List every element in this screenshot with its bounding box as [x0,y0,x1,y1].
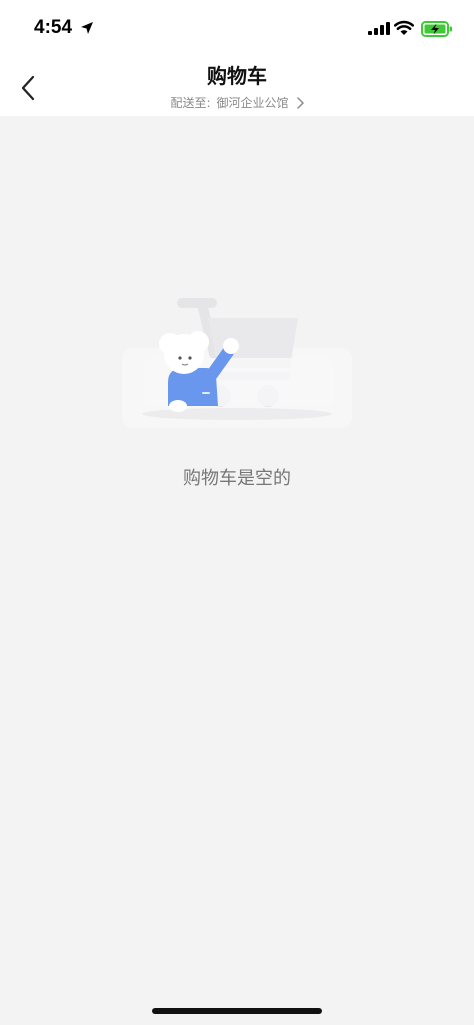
page-title: 购物车 [207,64,267,88]
cellular-signal-icon [368,22,390,35]
wifi-icon [394,20,414,35]
status-time: 4:54 [34,17,73,38]
chevron-right-icon [296,96,304,109]
empty-cart-message: 购物车是空的 [183,468,291,489]
nav-bar: 购物车 配送至: 御河企业公馆 [0,58,474,116]
cart-content: 购物车是空的 [0,116,474,1025]
delivery-prefix: 配送至: [170,96,211,110]
delivery-address-selector[interactable]: 配送至: 御河企业公馆 [0,94,474,111]
status-bar: 4:54 [0,0,474,58]
delivery-location: 御河企业公馆 [216,96,289,110]
empty-cart-illustration [122,298,352,428]
home-indicator[interactable] [152,1008,322,1014]
battery-charging-icon [421,21,452,37]
location-arrow-icon [81,22,93,34]
